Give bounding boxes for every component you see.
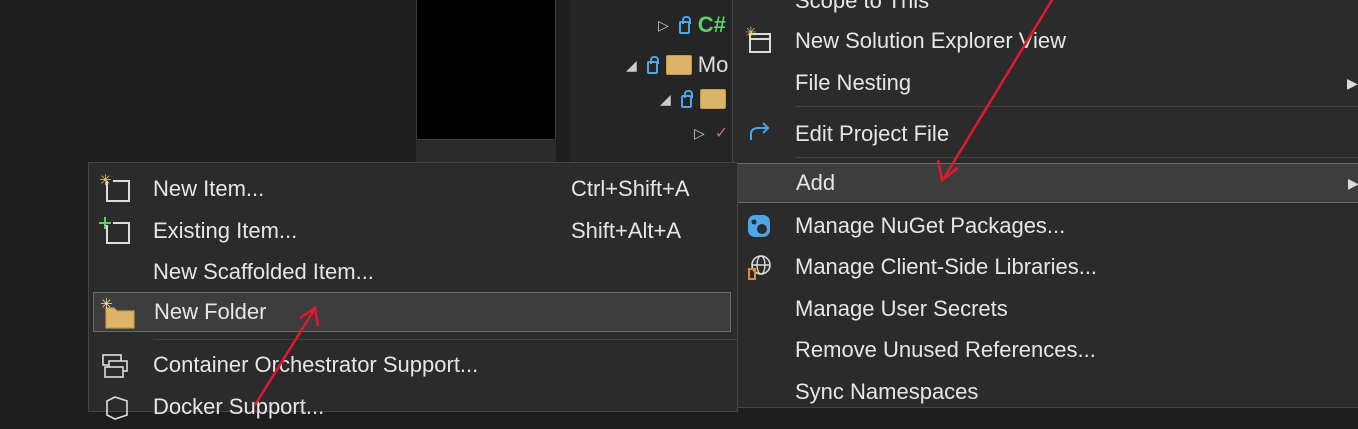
menu-item-file-nesting[interactable]: File Nesting ▶ (733, 63, 1358, 103)
new-folder-icon: ✳ (100, 295, 135, 329)
menu-item-label: Remove Unused References... (795, 337, 1096, 362)
menu-item-scope-to-this[interactable]: Scope to This (733, 0, 1358, 21)
expand-arrow-icon[interactable]: ▷ (694, 125, 705, 142)
menu-item-remove-unused-references[interactable]: Remove Unused References... (733, 330, 1358, 370)
lock-icon (680, 89, 693, 108)
submenu-item-label: New Folder (154, 299, 267, 324)
shortcut-text: Shift+Alt+A (571, 218, 682, 243)
nuget-icon (745, 212, 773, 240)
menu-item-sync-namespaces[interactable]: Sync Namespaces (733, 372, 1358, 412)
submenu-item-new-item[interactable]: ✳ New Item... Ctrl+Shift+A (89, 169, 739, 209)
add-submenu: ✳ New Item... Ctrl+Shift+A Existing Item… (88, 162, 739, 420)
menu-item-new-solution-explorer-view[interactable]: ✳ New Solution Explorer View (733, 21, 1358, 61)
menu-item-label: Manage User Secrets (795, 296, 1008, 321)
menu-item-label: New Solution Explorer View (795, 28, 1067, 53)
submenu-item-label: Docker Support... (153, 394, 325, 419)
menu-item-manage-client-side-libraries[interactable]: Manage Client-Side Libraries... (733, 247, 1358, 287)
docker-icon (99, 391, 131, 423)
menu-item-manage-nuget[interactable]: Manage NuGet Packages... (733, 206, 1358, 246)
menu-item-label: Manage NuGet Packages... (795, 213, 1066, 238)
menu-separator (795, 157, 1358, 158)
submenu-item-new-folder[interactable]: ✳ New Folder (93, 292, 731, 332)
preview-pane (416, 0, 556, 140)
new-view-icon: ✳ (745, 25, 773, 55)
context-menu: Scope to This ✳ New Solution Explorer Vi… (732, 0, 1358, 408)
submenu-item-label: New Item... (153, 176, 265, 201)
submenu-arrow-icon: ▶ (1347, 74, 1358, 91)
submenu-item-existing-item[interactable]: Existing Item... Shift+Alt+A (89, 211, 739, 251)
submenu-item-container-orchestrator-support[interactable]: Container Orchestrator Support... (89, 345, 739, 385)
folder-icon (665, 55, 692, 75)
menu-item-label: File Nesting (795, 70, 912, 95)
folder-icon (699, 89, 726, 109)
submenu-item-label: Container Orchestrator Support... (153, 352, 479, 377)
solution-explorer-tree: ▷ C# ◢ Mo ◢ ▷ ✓ (570, 0, 740, 165)
menu-item-label: Sync Namespaces (795, 379, 979, 404)
menu-item-add[interactable]: Add ▶ (737, 163, 1358, 203)
submenu-item-docker-support[interactable]: Docker Support... (89, 387, 739, 427)
svg-text:✳: ✳ (745, 25, 757, 41)
menu-item-label: Add (796, 170, 836, 195)
svg-text:✳: ✳ (99, 171, 112, 189)
csharp-icon: C# (697, 12, 726, 37)
submenu-item-new-scaffolded-item[interactable]: New Scaffolded Item... (89, 252, 739, 292)
existing-item-icon (99, 215, 131, 247)
menu-item-label: Scope to This (795, 0, 930, 13)
lock-icon (646, 55, 659, 74)
menu-item-manage-user-secrets[interactable]: Manage User Secrets (733, 289, 1358, 329)
tree-node-cs-file[interactable]: ▷ C# (658, 10, 726, 40)
tree-node-folder-mo[interactable]: ◢ Mo (626, 50, 728, 80)
menu-item-label: Edit Project File (795, 121, 950, 146)
tree-node-item[interactable]: ▷ ✓ (694, 118, 728, 148)
tree-node-subfolder[interactable]: ◢ (660, 84, 732, 114)
container-icon (99, 349, 131, 381)
expand-arrow-icon[interactable]: ▷ (658, 17, 669, 34)
submenu-item-label: New Scaffolded Item... (153, 259, 374, 284)
menu-separator (153, 339, 737, 340)
shortcut-text: Ctrl+Shift+A (571, 176, 690, 201)
lock-icon (678, 15, 691, 34)
new-item-icon: ✳ (99, 171, 131, 205)
menu-item-edit-project-file[interactable]: Edit Project File (733, 114, 1358, 154)
submenu-item-label: Existing Item... (153, 218, 298, 243)
collapse-arrow-icon[interactable]: ◢ (626, 57, 637, 74)
tree-node-label: Mo (697, 52, 729, 77)
menu-item-label: Manage Client-Side Libraries... (795, 254, 1098, 279)
checkmark-icon: ✓ (714, 125, 729, 142)
svg-text:✳: ✳ (100, 295, 113, 313)
libman-icon (745, 253, 773, 281)
menu-separator (795, 106, 1358, 107)
edit-icon (745, 120, 773, 148)
submenu-arrow-icon: ▶ (1348, 174, 1358, 191)
collapse-arrow-icon[interactable]: ◢ (660, 91, 671, 108)
